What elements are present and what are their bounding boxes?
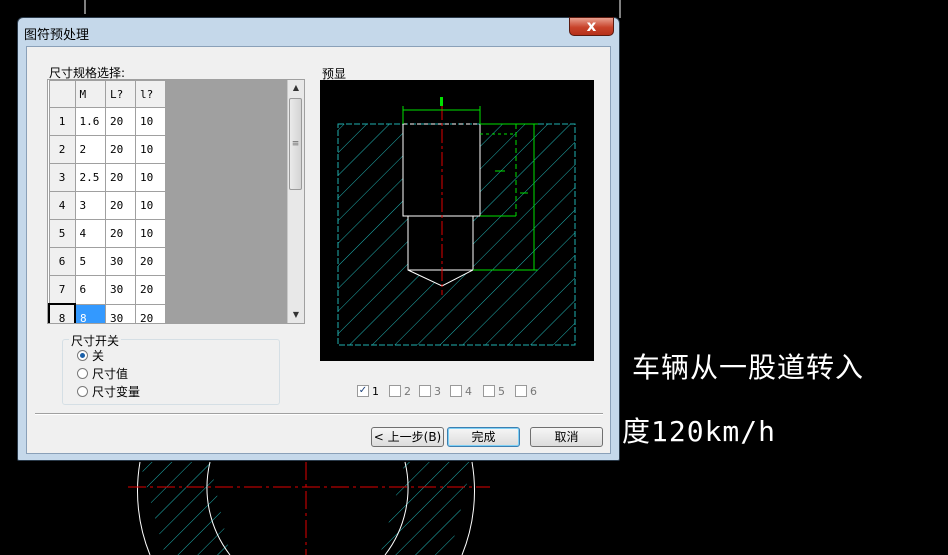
row-header[interactable]: 4 xyxy=(48,191,76,220)
preprocess-dialog: 图符预处理 x 尺寸规格选择: M L? l? 1 1.6 20 10 2 2 20 10 … xyxy=(17,17,620,461)
grid-cell[interactable]: 2 xyxy=(74,135,106,164)
view-checkbox-6[interactable]: 6 xyxy=(515,384,537,398)
cancel-button[interactable]: 取消 xyxy=(530,427,603,447)
table-row[interactable]: 6 5 30 20 xyxy=(48,247,166,276)
table-row[interactable]: 5 4 20 10 xyxy=(48,219,166,248)
radio-label: 尺寸值 xyxy=(92,366,129,381)
dimension-switch-group: 尺寸开关 关 尺寸值 尺寸变量 xyxy=(62,332,280,405)
dialog-title: 图符预处理 xyxy=(24,28,90,43)
table-row[interactable]: 7 6 30 20 xyxy=(48,275,166,305)
checkbox-icon xyxy=(515,385,527,397)
checkbox-icon xyxy=(483,385,495,397)
table-row[interactable]: 2 2 20 10 xyxy=(48,135,166,164)
grid-cell[interactable]: 6 xyxy=(74,275,106,305)
checkbox-icon xyxy=(419,385,431,397)
table-row[interactable]: 1 1.6 20 10 xyxy=(48,107,166,136)
separator xyxy=(35,413,603,415)
size-spec-grid[interactable]: M L? l? 1 1.6 20 10 2 2 20 10 3 2.5 20 10 4 3 20 10 … xyxy=(47,79,305,324)
table-row[interactable]: 3 2.5 20 10 xyxy=(48,163,166,192)
grid-cell[interactable]: 20 xyxy=(105,135,136,164)
grid-cell[interactable]: 20 xyxy=(105,219,136,248)
grid-cell[interactable]: 20 xyxy=(105,107,136,136)
checkbox-label: 6 xyxy=(530,384,537,398)
grid-cell-selected[interactable]: 8 xyxy=(74,303,106,323)
grid-cell[interactable]: 10 xyxy=(135,135,166,164)
grid-cell[interactable]: 10 xyxy=(135,219,166,248)
view-checkbox-3[interactable]: 3 xyxy=(419,384,441,398)
row-header[interactable]: 2 xyxy=(48,135,76,164)
radio-label: 关 xyxy=(92,348,105,363)
grid-cell[interactable]: 10 xyxy=(135,107,166,136)
close-button[interactable]: x xyxy=(569,17,614,36)
column-header-l-small[interactable]: l? xyxy=(135,80,166,108)
radio-dimension-variable[interactable]: 尺寸变量 xyxy=(77,383,140,399)
close-icon: x xyxy=(586,17,597,35)
checkbox-label: 1 xyxy=(372,384,379,398)
checkbox-label: 3 xyxy=(434,384,441,398)
checkbox-label: 5 xyxy=(498,384,505,398)
checkbox-checked-icon: ✓ xyxy=(357,385,369,397)
radio-selected-icon xyxy=(77,349,88,361)
radio-icon xyxy=(77,367,88,379)
grid-cell[interactable]: 1.6 xyxy=(74,107,106,136)
grid-cell[interactable]: 30 xyxy=(105,303,136,323)
radio-label: 尺寸变量 xyxy=(92,384,141,399)
radio-off[interactable]: 关 xyxy=(77,347,104,363)
row-header[interactable]: 3 xyxy=(48,163,76,192)
finish-button[interactable]: 完成 xyxy=(447,427,520,447)
grid-header-row: M L? l? xyxy=(48,80,166,108)
grid-cell[interactable]: 5 xyxy=(74,247,106,276)
scroll-down-arrow-icon[interactable]: ▼ xyxy=(288,307,304,323)
grid-cell[interactable]: 20 xyxy=(135,275,166,305)
grid-cell[interactable]: 20 xyxy=(135,247,166,276)
size-spec-table: M L? l? 1 1.6 20 10 2 2 20 10 3 2.5 20 10 4 3 20 10 … xyxy=(48,80,166,323)
row-header[interactable]: 6 xyxy=(48,247,76,276)
row-header[interactable]: 5 xyxy=(48,219,76,248)
prev-button[interactable]: < 上一步(B) xyxy=(371,427,444,447)
cad-annotation-line1: 车辆从一股道转入 xyxy=(632,351,865,384)
checkbox-label: 4 xyxy=(465,384,472,398)
grid-cell[interactable]: 20 xyxy=(105,163,136,192)
row-header[interactable]: 1 xyxy=(48,107,76,136)
grid-cell[interactable]: 30 xyxy=(105,275,136,305)
scroll-up-arrow-icon[interactable]: ▲ xyxy=(288,80,304,96)
grid-cell[interactable]: 20 xyxy=(135,303,166,323)
checkbox-icon xyxy=(450,385,462,397)
checkbox-label: 2 xyxy=(404,384,411,398)
grid-cell[interactable]: 20 xyxy=(105,191,136,220)
view-checkbox-4[interactable]: 4 xyxy=(450,384,472,398)
grid-cell[interactable]: 4 xyxy=(74,219,106,248)
grid-cell[interactable]: 10 xyxy=(135,163,166,192)
radio-dimension-value[interactable]: 尺寸值 xyxy=(77,365,128,381)
grid-cell[interactable]: 30 xyxy=(105,247,136,276)
view-checkbox-5[interactable]: 5 xyxy=(483,384,505,398)
row-header[interactable]: 8 xyxy=(48,303,76,323)
grid-corner xyxy=(48,80,76,108)
view-checkbox-2[interactable]: 2 xyxy=(389,384,411,398)
checkbox-icon xyxy=(389,385,401,397)
grid-cell[interactable]: 3 xyxy=(74,191,106,220)
column-header-l[interactable]: L? xyxy=(105,80,136,108)
row-header[interactable]: 7 xyxy=(48,275,76,305)
column-header-m[interactable]: M xyxy=(74,80,106,108)
preview-canvas xyxy=(320,80,594,361)
table-row-selected[interactable]: 8 8 30 20 xyxy=(48,303,166,323)
table-row[interactable]: 4 3 20 10 xyxy=(48,191,166,220)
dialog-content: 尺寸规格选择: M L? l? 1 1.6 20 10 2 2 20 10 3 2.5 20 10… xyxy=(26,46,611,454)
view-checkbox-1[interactable]: ✓ 1 xyxy=(357,384,379,398)
radio-icon xyxy=(77,385,88,397)
title-bar[interactable]: 图符预处理 x xyxy=(18,17,619,46)
grid-cell[interactable]: 10 xyxy=(135,191,166,220)
scroll-thumb[interactable]: ≡ xyxy=(289,98,302,190)
cad-annotation-line2: 度120km/h xyxy=(622,415,777,448)
grid-cell[interactable]: 2.5 xyxy=(74,163,106,192)
grid-vertical-scrollbar[interactable]: ▲ ≡ ▼ xyxy=(287,80,304,323)
